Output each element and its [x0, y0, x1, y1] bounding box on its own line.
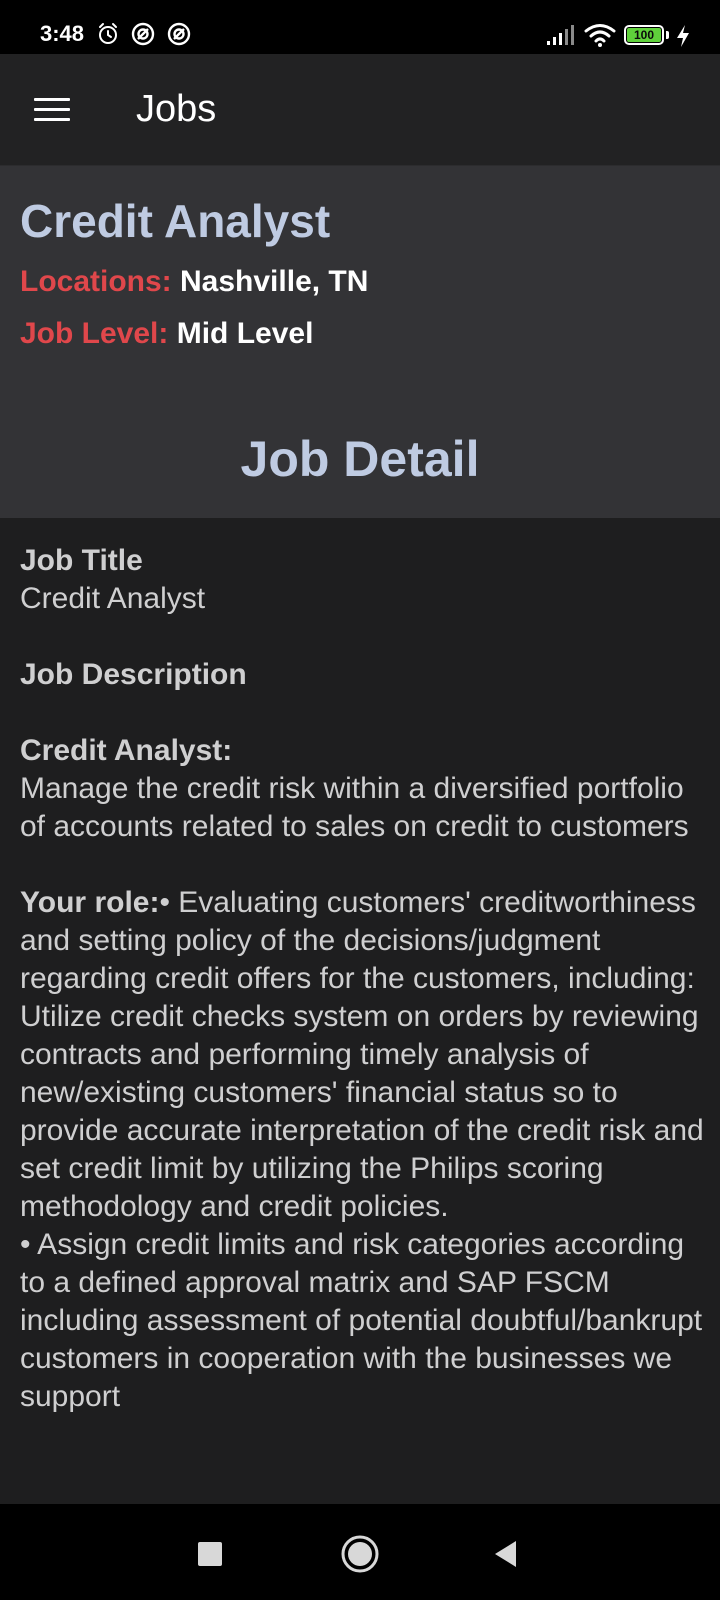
job-level-label: Job Level: — [20, 317, 169, 350]
no-disturb-icon — [167, 22, 191, 46]
signal-icon — [547, 25, 574, 45]
job-level-row: Job Level: Mid Level — [20, 316, 313, 352]
back-triangle-icon[interactable] — [484, 1532, 528, 1576]
status-bar: 3:48 100 — [0, 0, 720, 54]
credit-analyst-text: Manage the credit risk within a diversif… — [20, 772, 689, 843]
menu-button[interactable] — [22, 82, 82, 138]
job-description-label: Job Description — [20, 658, 247, 691]
your-role-label: Your role: — [20, 886, 160, 919]
job-level-value: Mid Level — [176, 317, 314, 350]
job-title-label: Job Title — [20, 544, 143, 577]
home-circle-icon[interactable] — [338, 1532, 382, 1576]
wifi-icon — [584, 24, 616, 47]
recents-square-icon[interactable] — [188, 1532, 232, 1576]
locations-row: Locations: Nashville, TN — [20, 264, 368, 300]
locations-value: Nashville, TN — [180, 265, 369, 298]
credit-analyst-label: Credit Analyst: — [20, 734, 233, 767]
your-role-paragraph: Your role:• Evaluating customers' credit… — [20, 884, 704, 1416]
battery-icon: 100 — [624, 25, 664, 45]
no-disturb-icon — [131, 22, 155, 46]
job-detail-content[interactable]: Job Title Credit Analyst Job Description… — [20, 542, 704, 1416]
status-time: 3:48 — [40, 21, 85, 46]
battery-tip — [666, 31, 669, 39]
navigation-bar — [0, 1504, 720, 1600]
job-detail-heading: Job Detail — [240, 431, 480, 487]
your-role-text: • Evaluating customers' creditworthiness… — [20, 886, 704, 1413]
battery-level: 100 — [627, 28, 661, 42]
app-bar: Jobs — [0, 54, 720, 166]
alarm-icon — [99, 23, 117, 44]
job-title-value: Credit Analyst — [20, 582, 206, 615]
locations-label: Locations: — [20, 265, 172, 298]
app-title: Jobs — [136, 88, 217, 130]
job-header: Credit Analyst Locations: Nashville, TN … — [0, 166, 720, 518]
job-title-heading: Credit Analyst — [20, 195, 331, 247]
charging-icon — [677, 25, 689, 47]
